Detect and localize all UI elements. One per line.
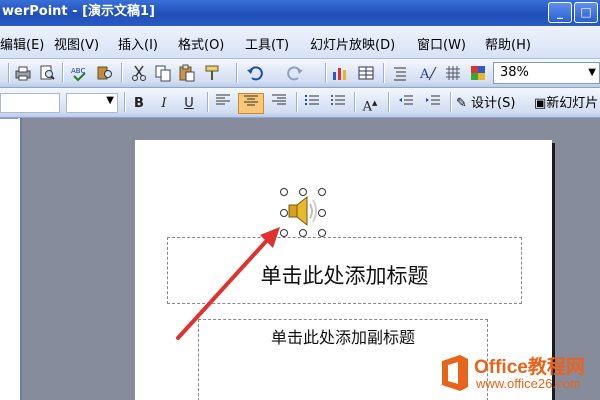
- outline-pane-inner: [0, 118, 18, 400]
- new-slide-icon: ▣: [534, 96, 547, 111]
- align-center-icon: [244, 95, 258, 106]
- font-size-select[interactable]: ▼: [66, 93, 118, 113]
- watermark-logo: Office教程网 www.office26.com: [436, 349, 600, 400]
- show-grid-icon[interactable]: [444, 64, 462, 82]
- decrease-indent-button[interactable]: [395, 93, 417, 114]
- menu-tools[interactable]: 工具(T): [245, 34, 289, 53]
- paste-icon[interactable]: [178, 64, 196, 82]
- toolbar-separator: [207, 92, 208, 112]
- font-name-select[interactable]: [0, 93, 60, 113]
- toolbar-separator: [124, 92, 125, 112]
- increase-font-button[interactable]: A▲: [360, 93, 380, 114]
- maximize-button[interactable]: □: [574, 2, 598, 23]
- redo-icon[interactable]: [286, 64, 304, 82]
- expand-all-icon[interactable]: [391, 64, 409, 82]
- toolbar-separator: [354, 92, 355, 112]
- align-left-button[interactable]: [212, 93, 234, 114]
- resize-handle[interactable]: [318, 209, 326, 217]
- toolbar-separator: [383, 63, 384, 83]
- toolbar-separator: [8, 63, 9, 83]
- menu-format[interactable]: 格式(O): [178, 34, 224, 53]
- menu-view[interactable]: 视图(V): [54, 34, 99, 53]
- copy-icon[interactable]: [154, 64, 172, 82]
- resize-handle[interactable]: [280, 188, 288, 196]
- print-preview-icon[interactable]: [38, 64, 56, 82]
- title-bar: werPoint - [演示文稿1] _ □: [0, 0, 600, 26]
- new-slide-button[interactable]: ▣新幻灯片: [534, 94, 598, 114]
- zoom-value: 38%: [500, 65, 529, 80]
- toolbar-separator: [450, 92, 451, 112]
- show-formatting-icon[interactable]: A: [419, 64, 437, 82]
- color-grayscale-icon[interactable]: [469, 64, 487, 82]
- watermark-title: Office教程网: [474, 357, 585, 378]
- minimize-button[interactable]: _: [548, 2, 572, 23]
- align-center-button[interactable]: [238, 93, 264, 114]
- bold-button[interactable]: B: [130, 93, 148, 114]
- align-left-icon: [216, 94, 230, 105]
- slide-outline-pane[interactable]: [0, 118, 22, 400]
- watermark-url: www.office26.com: [476, 376, 581, 391]
- toolbar-separator: [236, 63, 237, 83]
- resize-handle[interactable]: [318, 188, 326, 196]
- annotation-arrow: [176, 227, 280, 340]
- font-size-up-label: A: [362, 99, 372, 115]
- bullets-button[interactable]: [328, 93, 348, 114]
- print-icon[interactable]: [14, 64, 32, 82]
- menu-slideshow[interactable]: 幻灯片放映(D): [310, 34, 395, 53]
- resize-handle[interactable]: [318, 229, 326, 237]
- research-icon[interactable]: [96, 64, 114, 82]
- design-label: 设计(S): [471, 96, 516, 111]
- italic-button[interactable]: I: [155, 93, 173, 114]
- insert-chart-icon[interactable]: [331, 64, 349, 82]
- window-title: werPoint - [演示文稿1]: [2, 4, 155, 19]
- toolbar-separator: [296, 92, 297, 112]
- menu-bar: 编辑(E) 视图(V) 插入(I) 格式(O) 工具(T) 幻灯片放映(D) 窗…: [0, 26, 600, 59]
- office-logo-icon: [442, 355, 468, 391]
- design-button[interactable]: ✎ 设计(S): [456, 94, 515, 114]
- align-right-button[interactable]: [268, 93, 290, 114]
- resize-handle[interactable]: [299, 188, 307, 196]
- resize-handle[interactable]: [299, 229, 307, 237]
- numbered-list-icon: [305, 95, 319, 105]
- toolbar-separator: [121, 63, 122, 83]
- bulleted-list-icon: [331, 95, 345, 105]
- chevron-down-icon: ▼: [106, 95, 114, 106]
- toolbar-separator: [388, 92, 389, 112]
- design-icon: ✎: [456, 96, 467, 111]
- chevron-down-icon: ▼: [588, 67, 596, 78]
- menu-help[interactable]: 帮助(H): [485, 34, 531, 53]
- zoom-select[interactable]: 38% ▼: [493, 62, 600, 84]
- insert-table-icon[interactable]: [357, 64, 375, 82]
- menu-insert[interactable]: 插入(I): [118, 34, 158, 53]
- svg-text:A: A: [419, 67, 430, 82]
- maximize-icon: □: [580, 5, 592, 19]
- decrease-indent-icon: [399, 95, 413, 105]
- cut-icon[interactable]: [130, 64, 148, 82]
- toolbar-separator: [62, 63, 63, 83]
- undo-icon[interactable]: [246, 64, 264, 82]
- toolbar-separator: [325, 63, 326, 83]
- align-right-icon: [272, 94, 286, 105]
- new-slide-label: 新幻灯片: [546, 96, 599, 111]
- underline-button[interactable]: U: [180, 93, 198, 114]
- menu-window[interactable]: 窗口(W): [417, 34, 466, 53]
- minimize-icon: _: [557, 5, 563, 19]
- spelling-icon[interactable]: ABC: [70, 64, 88, 82]
- menu-edit[interactable]: 编辑(E): [0, 34, 44, 53]
- increase-indent-button[interactable]: [422, 93, 444, 114]
- format-painter-icon[interactable]: [203, 64, 221, 82]
- increase-indent-icon: [426, 95, 440, 105]
- numbering-button[interactable]: [302, 93, 322, 114]
